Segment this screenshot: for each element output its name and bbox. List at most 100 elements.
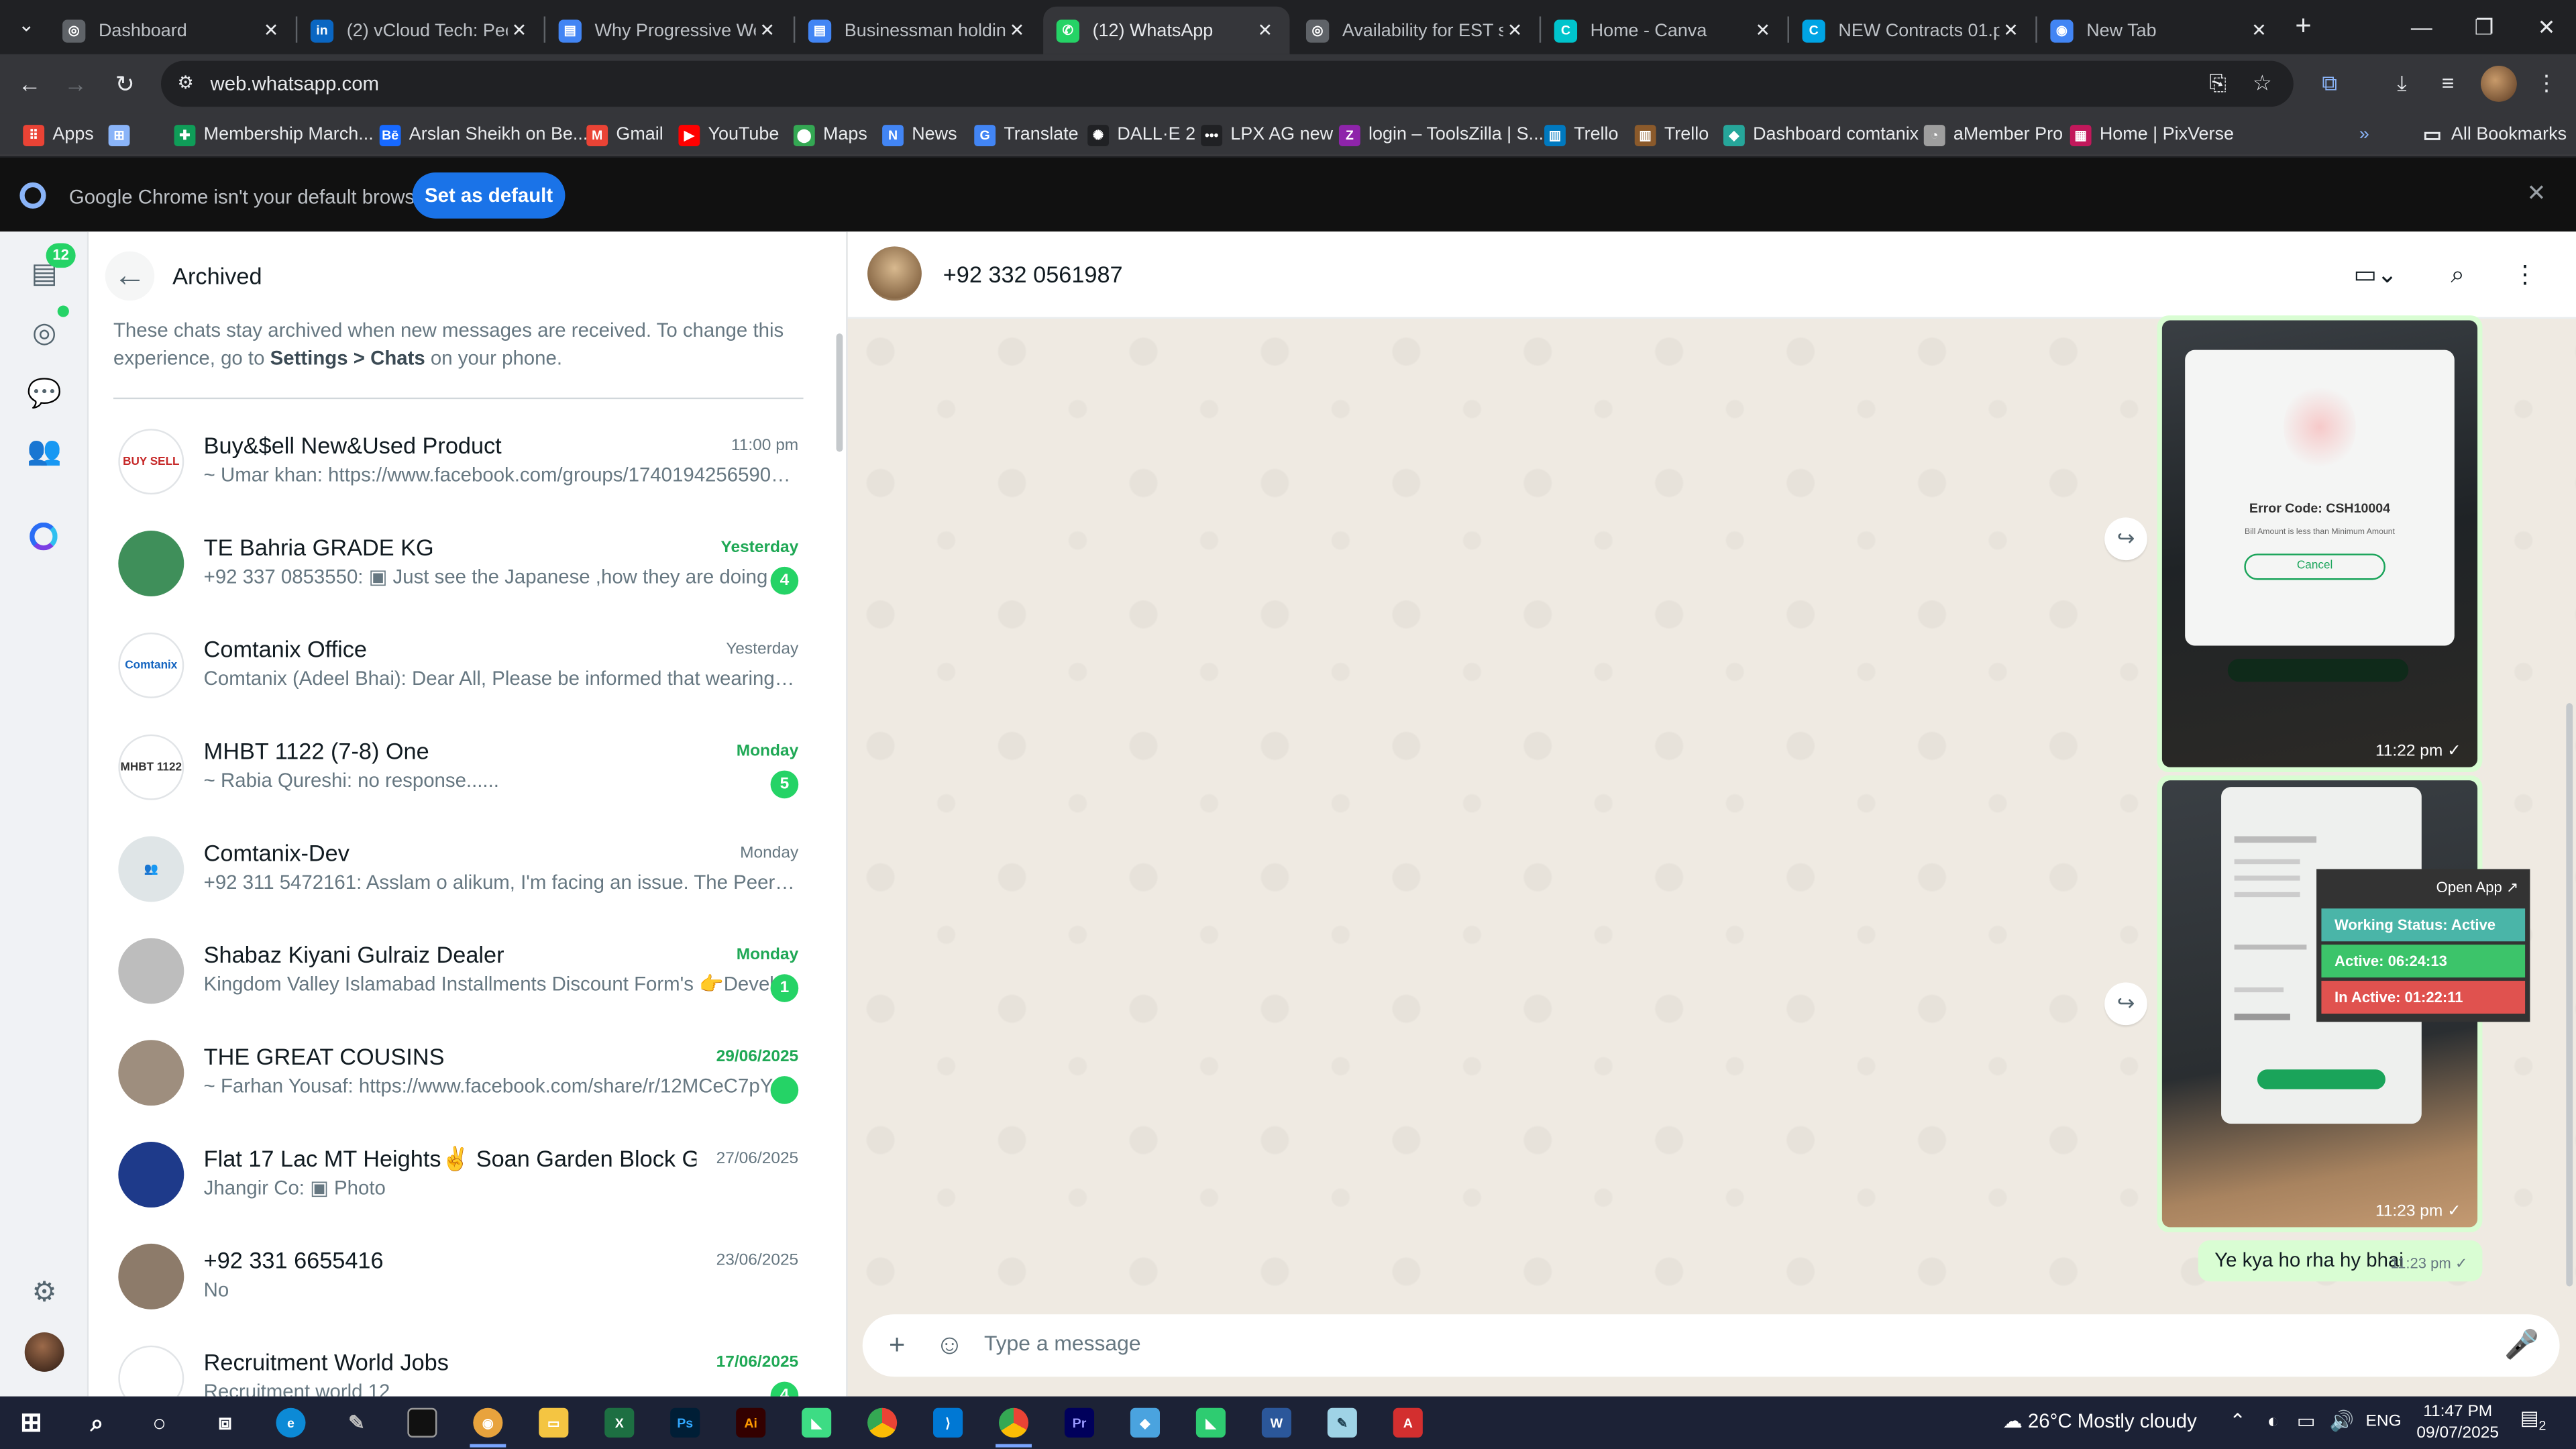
notepad-icon[interactable]: ✎: [1321, 1403, 1364, 1442]
file-explorer-icon[interactable]: ▭: [532, 1403, 575, 1442]
chat-list-item[interactable]: TE Bahria GRADE KG Yesterday +92 337 08535…: [89, 515, 828, 616]
communities-icon[interactable]: 👥: [25, 432, 64, 472]
close-tab-icon[interactable]: ✕: [2247, 19, 2270, 41]
browser-tab[interactable]: ✆ (12) WhatsApp ✕: [1043, 6, 1290, 54]
illustrator-icon[interactable]: Ai: [729, 1403, 772, 1442]
chat-avatar[interactable]: [118, 1142, 184, 1208]
conversation-header[interactable]: +92 332 0561987 ▭⌄ ⌕ ⋮: [847, 231, 2576, 319]
chrome-menu-icon[interactable]: ⋮: [2530, 67, 2563, 100]
photoshop-icon[interactable]: Ps: [663, 1403, 706, 1442]
search-icon[interactable]: ⌕: [2440, 258, 2476, 294]
restore-window-button[interactable]: ❐: [2453, 0, 2515, 54]
word-icon[interactable]: W: [1255, 1403, 1298, 1442]
message-input[interactable]: [983, 1330, 2463, 1356]
contact-avatar[interactable]: [867, 246, 922, 301]
address-bar[interactable]: ⚙ web.whatsapp.com: [161, 60, 2294, 107]
conversation-scrollbar[interactable]: [2566, 703, 2573, 1287]
bookmark-star-icon[interactable]: ☆: [2246, 67, 2279, 100]
bookmark-item[interactable]: ◆ Dashboard comtanix: [1723, 120, 1919, 150]
forward-icon[interactable]: ↪: [2104, 517, 2147, 561]
all-bookmarks-folder[interactable]: ▭ All Bookmarks: [2422, 120, 2567, 150]
chat-avatar[interactable]: [118, 938, 184, 1004]
meta-ai-icon[interactable]: [30, 522, 58, 551]
chat-list-item[interactable]: Shabaz Kiyani Gulraiz Dealer Monday Kingdo…: [89, 922, 828, 1024]
forward-arrow-icon[interactable]: →: [59, 67, 92, 100]
chat-list-item[interactable]: 👥 Comtanix-Dev Monday +92 311 5472161: Assl…: [89, 820, 828, 922]
chat-list-item[interactable]: Comtanix Comtanix Office Yesterday Comtanix…: [89, 616, 828, 718]
profile-avatar[interactable]: [2480, 65, 2517, 102]
chat-list-item[interactable]: BUY SELL Buy&$ell New&Used Product 11:00 p…: [89, 413, 828, 515]
chrome-active-icon[interactable]: [992, 1403, 1035, 1448]
chat-list-item[interactable]: Flat 17 Lac MT Heights✌️ Soan Garden Blo…: [89, 1126, 828, 1228]
url-text[interactable]: web.whatsapp.com: [210, 72, 379, 95]
network-icon[interactable]: ▭: [2297, 1409, 2316, 1432]
set-as-default-button[interactable]: Set as default: [412, 172, 566, 219]
image-message[interactable]: Error Code: CSH10004 Bill Amount is less…: [2157, 315, 2483, 773]
close-tab-icon[interactable]: ✕: [508, 19, 531, 41]
emoji-sticker-icon[interactable]: ☺: [932, 1328, 968, 1364]
media-controls-icon[interactable]: ≡: [2432, 67, 2465, 100]
chat-list-item[interactable]: MHBT 1122 MHBT 1122 (7-8) One Monday ~ Rabi…: [89, 718, 828, 820]
tray-chevron-icon[interactable]: ⌃: [2229, 1409, 2246, 1432]
install-app-icon[interactable]: ⎘: [2202, 67, 2235, 100]
group-default-avatar-icon[interactable]: 👥: [118, 836, 184, 902]
attach-plus-icon[interactable]: +: [879, 1328, 915, 1364]
edge-icon[interactable]: e: [270, 1403, 313, 1442]
back-arrow-icon[interactable]: ←: [105, 251, 155, 301]
reload-icon[interactable]: ↻: [109, 67, 142, 100]
browser-tab[interactable]: ◎ Dashboard ✕: [49, 7, 295, 54]
chat-list-item[interactable]: +92 331 6655416 23/06/2025 No: [89, 1227, 828, 1329]
video-call-dropdown-icon[interactable]: ▭⌄: [2346, 258, 2405, 294]
bookmark-item[interactable]: Zlogin – ToolsZilla | S...: [1338, 120, 1544, 150]
bookmark-item[interactable]: G Translate: [974, 120, 1079, 150]
bookmark-item[interactable]: ⊞: [108, 120, 138, 150]
bookmark-item[interactable]: ▦ Home | PixVerse: [2070, 120, 2234, 150]
search-icon[interactable]: ⌕: [76, 1403, 119, 1442]
vscode-icon[interactable]: ⟩: [926, 1403, 969, 1442]
app-with-badge-icon[interactable]: ◉: [467, 1403, 510, 1448]
channels-icon[interactable]: 💬: [25, 374, 64, 414]
close-window-button[interactable]: ✕: [2515, 0, 2576, 54]
bookmark-item[interactable]: ✚ Membership March...: [174, 120, 374, 150]
close-tab-icon[interactable]: ✕: [260, 19, 282, 41]
settings-gear-icon[interactable]: ⚙: [25, 1273, 64, 1313]
forward-icon[interactable]: ↪: [2104, 982, 2147, 1026]
bookmark-item[interactable]: M Gmail: [586, 120, 663, 150]
bookmark-item[interactable]: ••• LPX AG new: [1201, 120, 1333, 150]
terminal-icon[interactable]: [401, 1403, 444, 1442]
text-message[interactable]: Ye kya ho rha hy bhai 11:23 pm ✓: [2198, 1240, 2483, 1282]
chat-avatar[interactable]: BUY SELL: [118, 429, 184, 495]
menu-dots-icon[interactable]: ⋮: [2507, 258, 2543, 294]
open-app-link[interactable]: Open App ↗: [2321, 874, 2525, 906]
chrome-icon[interactable]: [861, 1403, 904, 1442]
site-info-icon[interactable]: ⚙: [177, 72, 200, 95]
excel-icon[interactable]: X: [598, 1403, 641, 1442]
status-icon[interactable]: ◎: [25, 314, 64, 354]
browser-tab[interactable]: ◉ New Tab ✕: [2037, 7, 2284, 54]
notifications-icon[interactable]: ▤2: [2520, 1406, 2546, 1433]
close-tab-icon[interactable]: ✕: [1503, 19, 1526, 41]
chat-avatar[interactable]: [118, 1243, 184, 1309]
bookmark-item[interactable]: N News: [882, 120, 957, 150]
close-tab-icon[interactable]: ✕: [756, 19, 779, 41]
close-tab-icon[interactable]: ✕: [1999, 19, 2022, 41]
language-indicator[interactable]: ENG: [2366, 1413, 2402, 1431]
more-bookmarks-chevron-icon[interactable]: »: [2359, 120, 2369, 150]
close-tab-icon[interactable]: ✕: [1752, 19, 1774, 41]
bookmark-item[interactable]: ▶ YouTube: [678, 120, 779, 150]
app-icon[interactable]: ◆: [1124, 1403, 1167, 1442]
minimize-window-button[interactable]: —: [2390, 0, 2453, 54]
back-arrow-icon[interactable]: ←: [13, 67, 46, 100]
microphone-icon[interactable]: 🎤: [2504, 1328, 2540, 1364]
contact-name[interactable]: +92 332 0561987: [943, 261, 1123, 287]
premiere-icon[interactable]: Pr: [1058, 1403, 1101, 1442]
task-view-icon[interactable]: ⧈: [204, 1403, 247, 1442]
browser-tab[interactable]: in (2) vCloud Tech: Peop ✕: [297, 7, 543, 54]
close-infobar-icon[interactable]: ✕: [2527, 179, 2546, 207]
green-app-icon[interactable]: ◣: [795, 1403, 838, 1442]
browser-tab[interactable]: ▤ Businessman holding ✕: [795, 7, 1041, 54]
bookmark-item[interactable]: ▥ Trello: [1634, 120, 1709, 150]
chat-list-item[interactable]: THE GREAT COUSINS 29/06/2025 ~ Farhan Yous…: [89, 1024, 828, 1126]
chat-avatar[interactable]: [118, 1345, 184, 1397]
chat-avatar[interactable]: MHBT 1122: [118, 734, 184, 800]
